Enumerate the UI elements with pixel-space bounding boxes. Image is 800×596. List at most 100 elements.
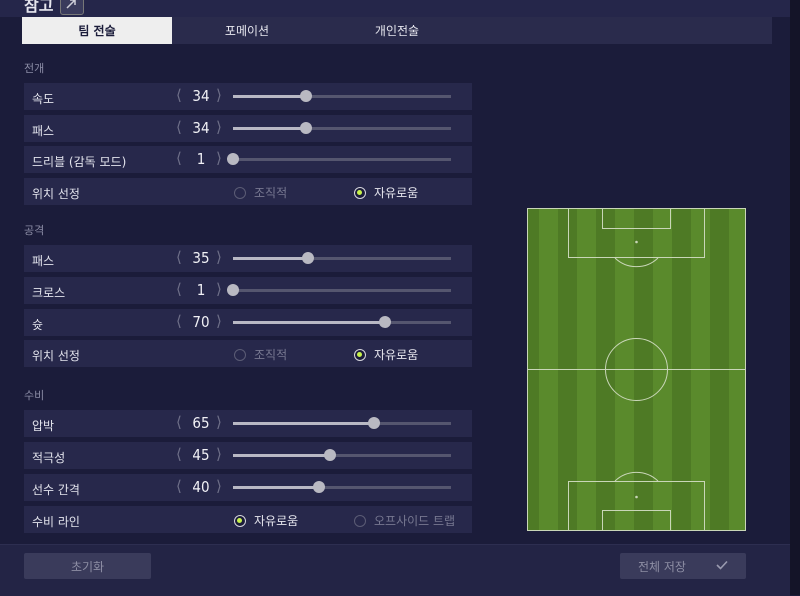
radio-row-defence-line: 수비 라인 자유로움 오프사이드 트랩 [24, 506, 472, 533]
chevron-right-icon[interactable]: ⟩ [216, 250, 222, 265]
row-label: 압박 [32, 419, 55, 433]
chevron-right-icon[interactable]: ⟩ [216, 447, 222, 462]
slider-track[interactable] [233, 316, 451, 328]
save-all-button[interactable]: 전체 저장 [620, 553, 746, 579]
chevron-right-icon[interactable]: ⟩ [216, 120, 222, 135]
slider-fill [233, 127, 306, 130]
slider-row-defence-width: 선수 간격 ⟨ 40 ⟩ [24, 474, 472, 501]
slider-value: 45 [192, 446, 210, 464]
slider-row-defence-pressure: 압박 ⟨ 65 ⟩ [24, 410, 472, 437]
save-all-label: 전체 저장 [638, 559, 686, 574]
slider-fill [233, 454, 330, 457]
radio-label: 자유로움 [374, 348, 419, 362]
slider-track[interactable] [227, 153, 451, 165]
chevron-right-icon[interactable]: ⟩ [216, 415, 222, 430]
row-label: 크로스 [32, 286, 66, 300]
radio-circle [234, 186, 246, 199]
chevron-left-icon[interactable]: ⟨ [176, 447, 182, 462]
slider-row-defence-aggression: 적극성 ⟨ 45 ⟩ [24, 442, 472, 469]
radio-circle [234, 514, 246, 527]
slider-knob[interactable] [378, 316, 391, 328]
chevron-left-icon[interactable]: ⟨ [176, 415, 182, 430]
radio-free[interactable]: 자유로움 [354, 184, 418, 201]
slider-track[interactable] [233, 122, 451, 134]
row-label: 수비 라인 [32, 515, 80, 529]
radio-label: 자유로움 [254, 514, 299, 528]
chevron-right-icon[interactable]: ⟩ [216, 282, 222, 297]
slider-track[interactable] [227, 284, 451, 296]
row-label: 드리블 (감독 모드) [32, 155, 127, 169]
chevron-left-icon[interactable]: ⟨ [176, 282, 182, 297]
slider-row-buildup-speed: 속도 ⟨ 34 ⟩ [24, 83, 472, 110]
slider-value: 1 [196, 150, 206, 168]
reset-button[interactable]: 초기화 [24, 553, 151, 579]
export-icon[interactable] [60, 0, 84, 15]
slider-fill [233, 95, 306, 98]
slider-knob[interactable] [367, 417, 380, 429]
chevron-left-icon[interactable]: ⟨ [176, 88, 182, 103]
slider-row-attack-crossing: 크로스 ⟨ 1 ⟩ [24, 277, 472, 304]
slider-row-attack-passing: 패스 ⟨ 35 ⟩ [24, 245, 472, 272]
slider-track[interactable] [233, 417, 451, 429]
row-label: 슛 [32, 318, 44, 332]
slider-value: 35 [192, 249, 210, 267]
slider-knob[interactable] [323, 449, 336, 461]
slider-fill [233, 321, 385, 324]
chevron-right-icon[interactable]: ⟩ [216, 88, 222, 103]
slider-knob[interactable] [227, 284, 239, 296]
row-label: 선수 간격 [32, 483, 80, 497]
slider-value: 34 [192, 87, 210, 105]
right-edge-panel [790, 0, 800, 595]
slider-fill [233, 257, 308, 260]
slider-value: 34 [192, 119, 210, 137]
slider-row-attack-shooting: 슛 ⟨ 70 ⟩ [24, 309, 472, 336]
chevron-right-icon[interactable]: ⟩ [216, 151, 222, 166]
slider-knob[interactable] [299, 122, 312, 134]
tab-individual-tactics[interactable]: 개인전술 [322, 17, 472, 44]
radio-organized[interactable]: 조직적 [234, 184, 287, 201]
radio-row-attack-positioning: 위치 선정 조직적 자유로움 [24, 340, 472, 367]
radio-label: 조직적 [254, 348, 288, 362]
chevron-right-icon[interactable]: ⟩ [216, 479, 222, 494]
chevron-left-icon[interactable]: ⟨ [176, 120, 182, 135]
slider-knob[interactable] [299, 90, 312, 102]
pitch-diagram [527, 208, 746, 531]
slider-value: 70 [192, 313, 210, 331]
slider-value: 65 [192, 414, 210, 432]
radio-label: 자유로움 [374, 186, 419, 200]
page-title: 참고 [24, 0, 54, 15]
title-bar: 참고 [0, 0, 790, 17]
chevron-left-icon[interactable]: ⟨ [176, 151, 182, 166]
row-label: 패스 [32, 254, 55, 268]
tab-formation[interactable]: 포메이션 [172, 17, 322, 44]
section-label-buildup: 전개 [24, 62, 45, 75]
row-label: 속도 [32, 92, 55, 106]
slider-track[interactable] [233, 252, 451, 264]
checkmark-icon [716, 559, 728, 573]
slider-track[interactable] [233, 481, 451, 493]
radio-free[interactable]: 자유로움 [354, 346, 418, 363]
chevron-left-icon[interactable]: ⟨ [176, 314, 182, 329]
slider-knob[interactable] [301, 252, 314, 264]
slider-track[interactable] [233, 90, 451, 102]
slider-track[interactable] [233, 449, 451, 461]
radio-organized[interactable]: 조직적 [234, 346, 287, 363]
tab-bar: 팀 전술 포메이션 개인전술 [22, 17, 772, 44]
radio-row-buildup-positioning: 위치 선정 조직적 자유로움 [24, 178, 472, 205]
slider-value: 1 [196, 281, 206, 299]
row-label: 위치 선정 [32, 349, 80, 363]
tab-team-tactics[interactable]: 팀 전술 [22, 17, 172, 44]
chevron-left-icon[interactable]: ⟨ [176, 250, 182, 265]
penalty-spot [635, 240, 638, 244]
slider-knob[interactable] [312, 481, 325, 493]
chevron-right-icon[interactable]: ⟩ [216, 314, 222, 329]
radio-label: 조직적 [254, 186, 288, 200]
row-label: 적극성 [32, 451, 66, 465]
slider-knob[interactable] [227, 153, 239, 165]
section-label-defence: 수비 [24, 389, 45, 402]
slider-fill [233, 422, 374, 425]
slider-row-buildup-dribbling: 드리블 (감독 모드) ⟨ 1 ⟩ [24, 146, 472, 173]
radio-free[interactable]: 자유로움 [234, 512, 298, 529]
radio-offside-trap[interactable]: 오프사이드 트랩 [354, 512, 455, 529]
chevron-left-icon[interactable]: ⟨ [176, 479, 182, 494]
